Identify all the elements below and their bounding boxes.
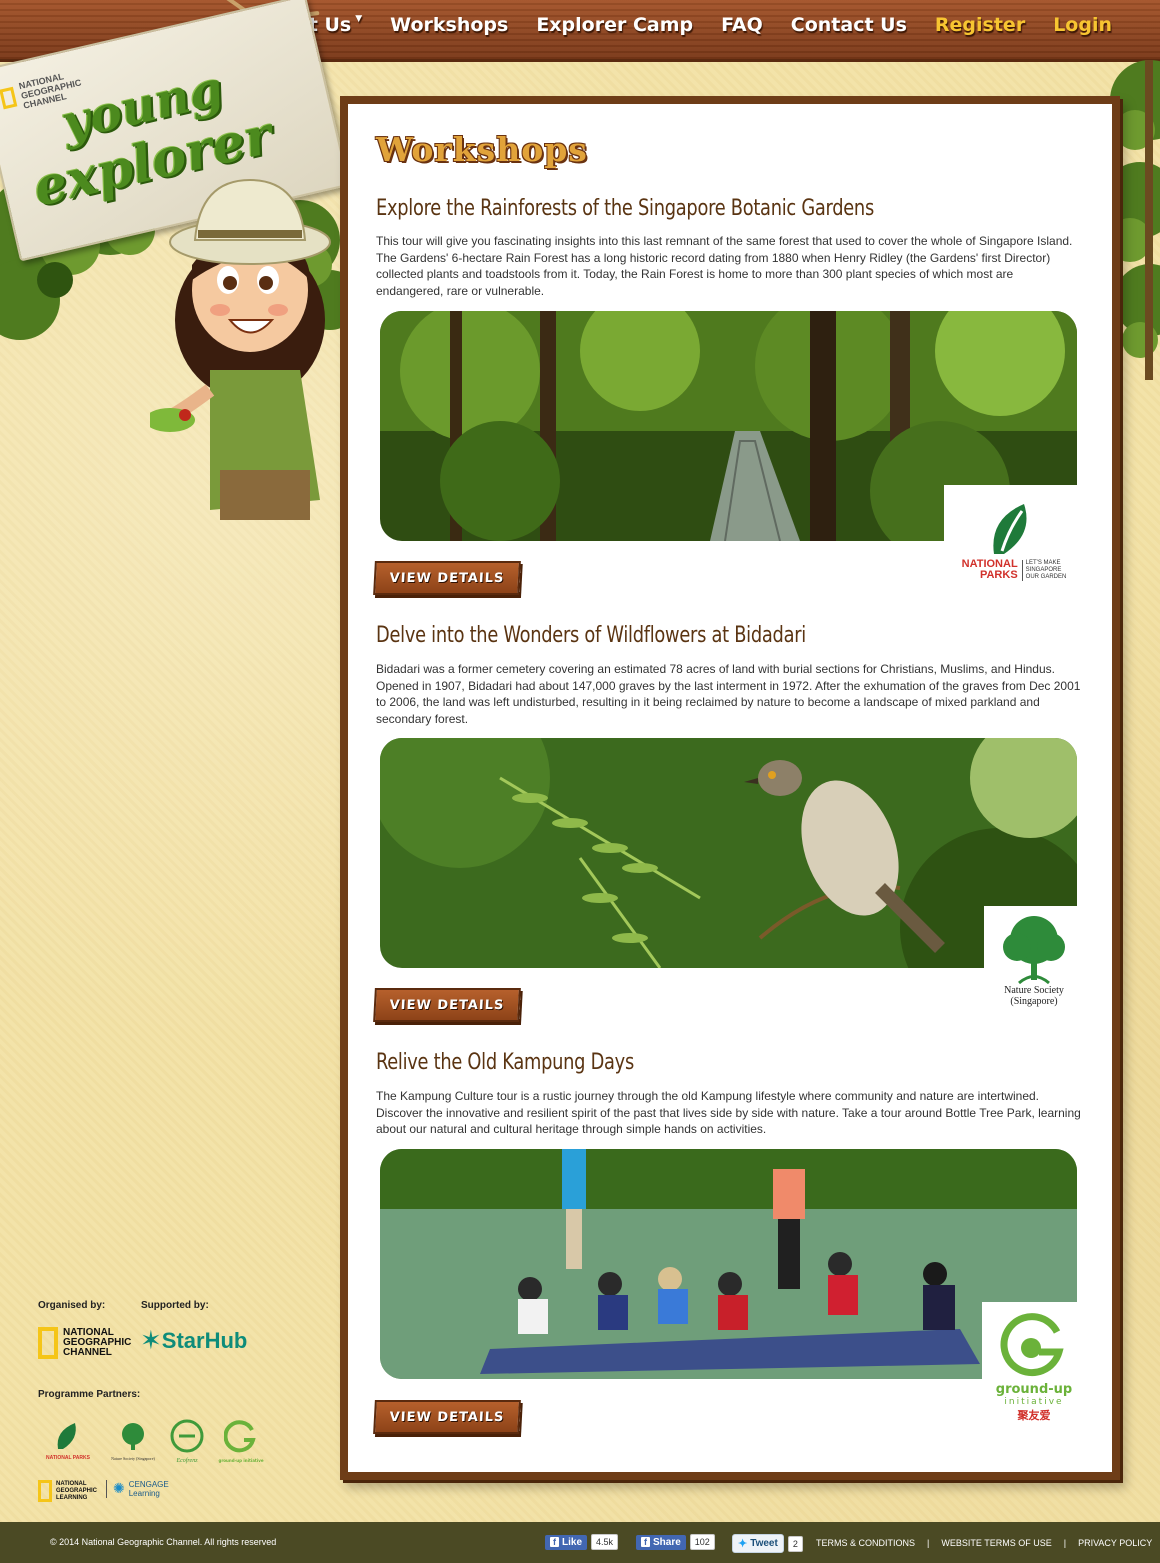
nature-society-logo: Nature Society (Singapore): [984, 906, 1084, 1016]
nparks-leaf-icon: [57, 1423, 76, 1449]
facebook-icon: f: [641, 1537, 650, 1547]
fb-share-count: 102: [689, 1534, 715, 1550]
main-nav: About Us▼ Workshops Explorer Camp FAQ Co…: [254, 14, 1112, 36]
workshop-2-photo: [380, 738, 1077, 968]
natgeo-rectangle-icon: [38, 1327, 58, 1359]
fb-like-count: 4.5k: [591, 1534, 619, 1550]
workshop-1-description: This tour will give you fascinating insi…: [376, 234, 1073, 298]
partner-logos-row: NATIONAL PARKS Nature Society (Singapore…: [36, 1415, 276, 1467]
partner-ecofrenz-logo[interactable]: Ecofrenz: [166, 1418, 208, 1464]
fb-like-widget[interactable]: f Like 4.5k: [545, 1534, 619, 1550]
footer-separator: |: [927, 1538, 930, 1548]
footer: © 2014 National Geographic Channel. All …: [0, 1522, 1160, 1563]
nav-workshops[interactable]: Workshops: [390, 14, 508, 36]
nparks-text: NATIONAL PARKS LET'S MAKE SINGAPORE OUR …: [961, 558, 1067, 581]
workshop-2-title: Delve into the Wonders of Wildflowers at…: [376, 623, 806, 648]
kampung-raft-image: [380, 1149, 1077, 1379]
tree-icon: [1003, 916, 1065, 985]
starhub-logo[interactable]: ✶ StarHub: [140, 1328, 247, 1354]
partner-nparks-logo[interactable]: NATIONAL PARKS: [36, 1421, 100, 1461]
nav-contact-us[interactable]: Contact Us: [791, 14, 907, 36]
supported-by-label: Supported by:: [141, 1300, 209, 1311]
nav-explorer-camp[interactable]: Explorer Camp: [536, 14, 693, 36]
workshop-2-description: Bidadari was a former cemetery covering …: [376, 662, 1081, 726]
nav-faq[interactable]: FAQ: [721, 14, 763, 36]
cengage-logo[interactable]: ✺ CENGAGE Learning: [106, 1480, 169, 1498]
fb-like-button[interactable]: f Like: [545, 1534, 588, 1550]
workshop-3-description: The Kampung Culture tour is a rustic jou…: [376, 1089, 1081, 1136]
fb-share-widget[interactable]: f Share 102: [636, 1534, 715, 1550]
natgeo-channel-logo[interactable]: NATIONAL GEOGRAPHIC CHANNEL: [38, 1327, 131, 1359]
page-title: Workshops: [376, 130, 588, 169]
workshop-3-view-details-button[interactable]: VIEW DETAILS: [373, 1400, 521, 1434]
bird-image: [380, 738, 1077, 968]
website-terms-link[interactable]: WEBSITE TERMS OF USE: [941, 1538, 1051, 1548]
partner-nature-society-logo[interactable]: Nature Society (Singapore): [110, 1422, 156, 1461]
twitter-bird-icon: ✦: [738, 1538, 748, 1550]
copyright-text: © 2014 National Geographic Channel. All …: [50, 1537, 277, 1547]
workshop-2-view-details-button[interactable]: VIEW DETAILS: [373, 988, 521, 1022]
workshop-1-title: Explore the Rainforests of the Singapore…: [376, 196, 874, 221]
cengage-sparkle-icon: ✺: [113, 1481, 125, 1497]
workshop-1-view-details-button[interactable]: VIEW DETAILS: [373, 561, 521, 595]
organised-by-label: Organised by:: [38, 1300, 106, 1311]
tweet-count: 2: [787, 1535, 803, 1552]
programme-partners-label: Programme Partners:: [38, 1389, 141, 1400]
ground-up-g-icon: [223, 1419, 256, 1452]
footer-links: TERMS & CONDITIONS | WEBSITE TERMS OF US…: [816, 1538, 1152, 1548]
star-icon: ✶: [140, 1326, 162, 1356]
nav-register[interactable]: Register: [935, 14, 1025, 36]
natgeo-learning-logo[interactable]: NATIONAL GEOGRAPHIC LEARNING: [38, 1480, 97, 1502]
tweet-widget[interactable]: ✦ Tweet 2: [732, 1534, 803, 1553]
terms-conditions-link[interactable]: TERMS & CONDITIONS: [816, 1538, 915, 1548]
national-parks-logo: NATIONAL PARKS LET'S MAKE SINGAPORE OUR …: [944, 485, 1084, 595]
privacy-policy-link[interactable]: PRIVACY POLICY: [1078, 1538, 1152, 1548]
ground-up-initiative-logo: ground-up initiative 聚友爱: [982, 1302, 1086, 1432]
nparks-leaf-icon: [993, 504, 1027, 554]
footer-separator: |: [1063, 1538, 1067, 1548]
facebook-icon: f: [550, 1537, 559, 1547]
fb-share-button[interactable]: f Share: [636, 1534, 686, 1550]
workshop-3-photo: [380, 1149, 1077, 1379]
explorer-girl-mascot: [150, 178, 331, 520]
ground-up-g-icon: [1000, 1312, 1064, 1376]
ecofrenz-e-icon: [170, 1419, 204, 1453]
tree-icon: [122, 1422, 144, 1450]
caret-down-icon: ▼: [355, 14, 363, 24]
workshops-panel: Workshops Explore the Rainforests of the…: [340, 96, 1120, 1480]
natgeo-channel-text: NATIONAL GEOGRAPHIC CHANNEL: [63, 1327, 132, 1358]
workshop-3-title: Relive the Old Kampung Days: [376, 1050, 634, 1075]
partner-ground-up-logo[interactable]: ground-up initiative: [218, 1419, 264, 1463]
natgeo-rectangle-icon: [0, 86, 18, 110]
tweet-button[interactable]: ✦ Tweet: [732, 1534, 784, 1553]
natgeo-rectangle-icon: [38, 1480, 52, 1502]
nav-login[interactable]: Login: [1053, 14, 1112, 36]
